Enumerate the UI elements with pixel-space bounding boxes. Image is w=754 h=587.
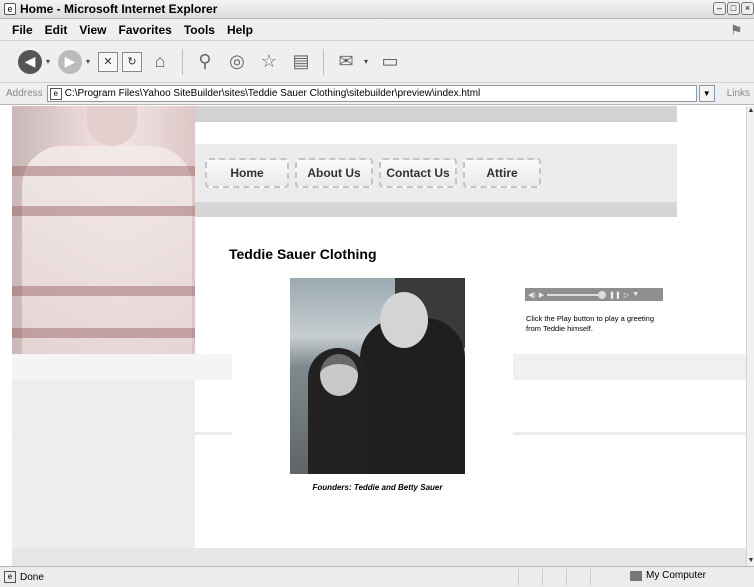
page-icon: e — [49, 87, 62, 100]
photo-woman-face — [320, 354, 358, 396]
scroll-up-icon[interactable]: ▲ — [747, 106, 754, 116]
next-icon[interactable]: ▷ — [624, 291, 629, 299]
address-dropdown-icon[interactable]: ▼ — [698, 85, 715, 102]
decor-band — [12, 354, 232, 380]
maximize-button[interactable]: □ — [727, 2, 740, 15]
header-model-photo — [12, 106, 195, 380]
address-input[interactable]: e C:\Program Files\Yahoo SiteBuilder\sit… — [46, 85, 697, 102]
decor-band — [513, 354, 746, 380]
header-band — [195, 106, 677, 122]
media-player: ◀) ▶ ❚❚ ▷ ▼ — [525, 288, 663, 301]
decor-line — [12, 432, 232, 435]
photo-stripe — [12, 286, 195, 296]
menu-help[interactable]: Help — [221, 23, 259, 37]
window-title: Home - Microsoft Internet Explorer — [20, 2, 218, 16]
scroll-down-icon[interactable]: ▼ — [747, 556, 754, 566]
nav-about-us-button[interactable]: About Us — [295, 158, 373, 188]
back-icon[interactable]: ◀ — [18, 49, 42, 74]
neck-shape — [87, 106, 137, 146]
stop-icon[interactable]: ✕ — [98, 51, 118, 72]
photo-stripe — [12, 166, 195, 176]
toolbar-separator — [323, 48, 324, 75]
mail-icon[interactable]: ✉ — [332, 48, 360, 76]
photo-man-face — [380, 292, 428, 348]
status-panel — [590, 569, 612, 585]
history-icon[interactable]: ▤ — [287, 48, 315, 76]
photo-caption: Founders: Teddie and Betty Sauer — [312, 483, 443, 492]
minimize-button[interactable]: – — [713, 2, 726, 15]
menu-bar: File Edit View Favorites Tools Help — [0, 19, 754, 41]
decor-line — [513, 432, 746, 435]
page-viewport: Home About Us Contact Us Attire Teddie S… — [0, 106, 746, 566]
founders-photo — [290, 278, 465, 474]
nav-contact-us-button[interactable]: Contact Us — [379, 158, 457, 188]
photo-stripe — [12, 206, 195, 216]
pause-icon[interactable]: ❚❚ — [609, 291, 621, 299]
menu-dropdown-icon[interactable]: ▼ — [632, 291, 639, 298]
menu-file[interactable]: File — [6, 23, 39, 37]
nav-attire-button[interactable]: Attire — [463, 158, 541, 188]
page-heading: Teddie Sauer Clothing — [229, 246, 377, 262]
player-instructions: Click the Play button to play a greeting… — [526, 314, 654, 333]
favorites-icon[interactable]: ☆ — [255, 48, 283, 76]
play-icon[interactable]: ▶ — [539, 291, 544, 299]
ie-window-icon: e — [4, 3, 16, 15]
photo-stripe — [12, 328, 195, 338]
status-panel — [518, 569, 540, 585]
close-button[interactable]: × — [741, 2, 754, 15]
sidebar-panel — [12, 380, 195, 566]
status-bar: e Done My Computer — [0, 566, 754, 587]
address-url: C:\Program Files\Yahoo SiteBuilder\sites… — [64, 88, 481, 99]
vertical-scrollbar[interactable]: ▲ ▼ — [746, 106, 754, 566]
media-icon[interactable]: ◎ — [223, 48, 251, 76]
window-controls: – □ × — [713, 2, 754, 15]
mail-dropdown-icon[interactable]: ▾ — [364, 57, 372, 66]
search-icon[interactable]: ⚲ — [191, 48, 219, 76]
address-bar: Address e C:\Program Files\Yahoo SiteBui… — [0, 83, 754, 105]
footer-band — [12, 548, 746, 566]
status-text: Done — [20, 571, 44, 583]
windows-logo-icon: ⚑ — [730, 22, 743, 38]
nav-home-button[interactable]: Home — [205, 158, 289, 188]
seek-track[interactable] — [547, 293, 600, 296]
standard-toolbar: ◀ ▾ ▶ ▾ ✕ ↻ ⌂ ⚲ ◎ ☆ ▤ ✉ ▾ ▭ — [0, 41, 754, 83]
coat-shape — [22, 146, 192, 380]
home-icon[interactable]: ⌂ — [146, 48, 174, 76]
nav-panel-strip — [195, 202, 677, 217]
toolbar-separator — [182, 48, 183, 75]
security-zone: My Computer — [630, 570, 706, 581]
menu-edit[interactable]: Edit — [39, 23, 74, 37]
menu-favorites[interactable]: Favorites — [112, 23, 177, 37]
refresh-icon[interactable]: ↻ — [122, 51, 142, 72]
site-navigation: Home About Us Contact Us Attire — [205, 158, 541, 188]
menu-view[interactable]: View — [73, 23, 112, 37]
forward-dropdown-icon[interactable]: ▾ — [86, 57, 94, 66]
status-panel — [566, 569, 588, 585]
links-button[interactable]: Links — [727, 88, 750, 99]
menu-tools[interactable]: Tools — [178, 23, 221, 37]
volume-icon[interactable]: ◀) — [528, 291, 536, 299]
address-label: Address — [6, 88, 43, 99]
forward-icon[interactable]: ▶ — [58, 49, 82, 74]
seek-knob[interactable] — [598, 290, 607, 299]
status-page-icon: e — [4, 571, 16, 583]
zone-label: My Computer — [646, 570, 707, 581]
back-dropdown-icon[interactable]: ▾ — [46, 57, 54, 66]
status-panel — [542, 569, 564, 585]
title-bar: e Home - Microsoft Internet Explorer – □… — [0, 0, 754, 19]
print-icon[interactable]: ▭ — [376, 48, 404, 76]
computer-icon — [630, 570, 642, 581]
status-panels — [518, 569, 612, 585]
